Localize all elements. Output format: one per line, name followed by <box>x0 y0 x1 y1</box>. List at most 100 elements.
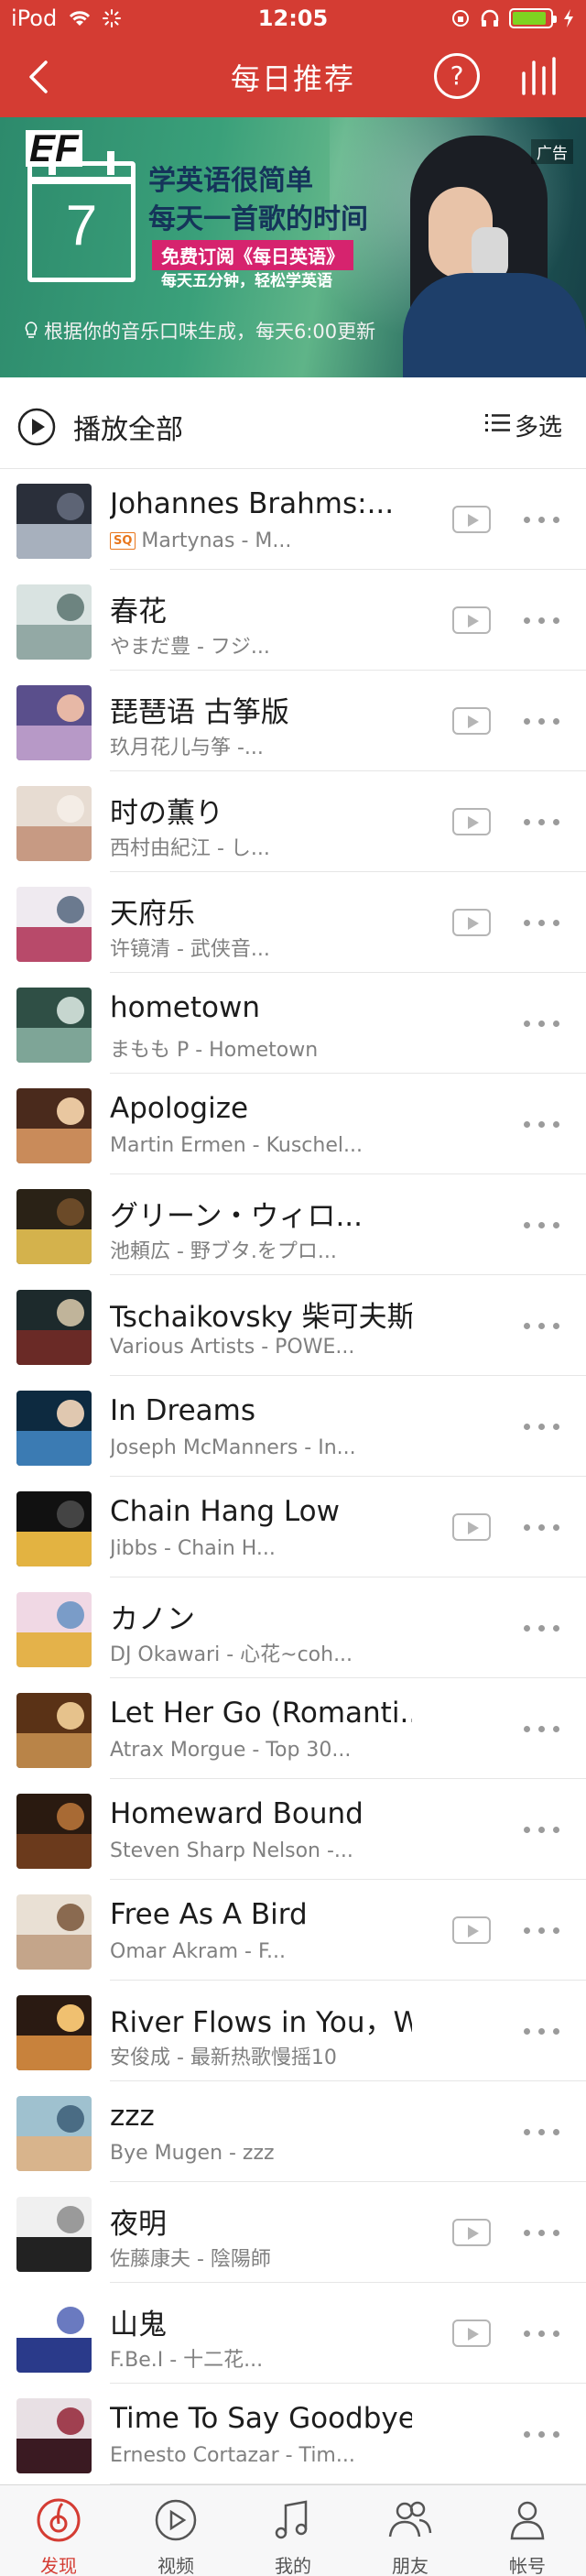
song-title: 山鬼 <box>110 2309 167 2341</box>
tab-video[interactable]: 视频 <box>117 2485 234 2576</box>
song-row[interactable]: Johannes Brahms:... SQ Martynas - M... <box>0 469 586 570</box>
song-row[interactable]: 夜明 佐藤康夫 - 陰陽師 <box>0 2182 586 2283</box>
song-subtitle: F.Be.I - 十二花... <box>110 2343 385 2373</box>
song-row[interactable]: 春花 やまだ豊 - フジ... <box>0 570 586 671</box>
orientation-lock-icon <box>452 10 469 27</box>
more-options-icon[interactable] <box>524 1222 560 1229</box>
tab-friends[interactable]: 朋友 <box>352 2485 469 2576</box>
song-title: hometown <box>110 991 261 1024</box>
help-button[interactable]: ? <box>434 53 480 99</box>
more-options-icon[interactable] <box>524 2330 560 2338</box>
album-cover <box>16 1693 92 1768</box>
tab-label: 视频 <box>157 2555 194 2576</box>
banner-note-text: 根据你的音乐口味生成，每天6:00更新 <box>44 321 376 343</box>
mv-play-icon[interactable] <box>452 707 491 735</box>
tab-discover[interactable]: 发现 <box>0 2485 117 2576</box>
more-options-icon[interactable] <box>524 2129 560 2136</box>
headphones-icon <box>481 9 499 27</box>
more-options-icon[interactable] <box>524 1121 560 1129</box>
song-artist-album: Jibbs - Chain H... <box>110 1537 276 1560</box>
song-row[interactable]: hometown まもも P - Hometown <box>0 973 586 1074</box>
album-cover <box>16 1794 92 1869</box>
song-row[interactable]: Homeward Bound Steven Sharp Nelson -... <box>0 1779 586 1880</box>
song-row[interactable]: 时の薫り 西村由紀江 - し... <box>0 771 586 872</box>
mv-play-icon[interactable] <box>452 2319 491 2347</box>
play-circle-icon[interactable] <box>16 407 57 447</box>
album-cover <box>16 1592 92 1667</box>
song-row[interactable]: Free As A Bird Omar Akram - F... <box>0 1880 586 1981</box>
song-subtitle: 池頼広 - 野ブタ.をプロ... <box>110 1235 385 1264</box>
song-subtitle: 许镜清 - 武侠音... <box>110 933 385 962</box>
song-artist-album: 安俊成 - 最新热歌慢摇10 <box>110 2047 337 2069</box>
now-playing-icon[interactable] <box>518 55 564 99</box>
more-options-icon[interactable] <box>524 2230 560 2237</box>
album-cover <box>16 584 92 660</box>
more-options-icon[interactable] <box>524 1323 560 1330</box>
more-options-icon[interactable] <box>524 920 560 927</box>
song-title: Free As A Bird <box>110 1898 308 1931</box>
song-title: 夜明 <box>110 2208 167 2241</box>
mv-play-icon[interactable] <box>452 909 491 936</box>
calendar-icon: 7 <box>27 151 136 282</box>
song-row[interactable]: River Flows in You，We... 安俊成 - 最新热歌慢摇10 <box>0 1981 586 2081</box>
back-chevron-icon[interactable] <box>20 57 60 97</box>
more-options-icon[interactable] <box>524 517 560 524</box>
song-artist-album: 佐藤康夫 - 陰陽師 <box>110 2248 271 2271</box>
lightbulb-icon <box>25 322 38 338</box>
song-row[interactable]: 琵琶语 古筝版 玖月花儿与筝 -... <box>0 671 586 771</box>
more-options-icon[interactable] <box>524 2028 560 2036</box>
song-subtitle: Omar Akram - F... <box>110 1940 385 1963</box>
song-row[interactable]: zzz Bye Mugen - zzz <box>0 2081 586 2182</box>
more-options-icon[interactable] <box>524 718 560 726</box>
tab-account[interactable]: 帐号 <box>469 2485 586 2576</box>
more-options-icon[interactable] <box>524 1726 560 1733</box>
mv-play-icon[interactable] <box>452 808 491 835</box>
song-artist-album: Martynas - M... <box>141 529 292 552</box>
song-artist-album: まもも P - Hometown <box>110 1039 319 1062</box>
multi-select-button[interactable]: 多选 <box>515 409 562 442</box>
more-options-icon[interactable] <box>524 1524 560 1532</box>
more-options-icon[interactable] <box>524 1625 560 1632</box>
banner-headline: 学英语很简单 <box>148 165 313 197</box>
song-artist-album: やまだ豊 - フジ... <box>110 636 270 659</box>
charging-icon <box>564 9 573 27</box>
calendar-day: 7 <box>65 194 98 257</box>
song-row[interactable]: 山鬼 F.Be.I - 十二花... <box>0 2283 586 2384</box>
tab-music-note[interactable]: 我的 <box>234 2485 352 2576</box>
album-cover <box>16 2197 92 2272</box>
sq-badge: SQ <box>110 532 136 550</box>
song-row[interactable]: In Dreams Joseph McManners - In... <box>0 1376 586 1477</box>
song-row[interactable]: グリーン・ウィロ... 池頼広 - 野ブタ.をプロ... <box>0 1174 586 1275</box>
song-title: 时の薫り <box>110 797 223 830</box>
song-row[interactable]: カノン DJ Okawari - 心花~coh... <box>0 1577 586 1678</box>
play-all-button[interactable]: 播放全部 <box>73 407 183 447</box>
multi-select-icon[interactable] <box>485 412 511 434</box>
song-row[interactable]: Tschaikovsky 柴可夫斯... Various Artists - P… <box>0 1275 586 1376</box>
song-subtitle: Martin Ermen - Kuschel... <box>110 1134 385 1157</box>
mv-play-icon[interactable] <box>452 1513 491 1541</box>
more-options-icon[interactable] <box>524 1927 560 1935</box>
album-cover <box>16 484 92 559</box>
more-options-icon[interactable] <box>524 617 560 625</box>
more-options-icon[interactable] <box>524 1424 560 1431</box>
song-row[interactable]: Let Her Go (Romanti... Atrax Morgue - To… <box>0 1678 586 1779</box>
song-title: Time To Say Goodbye <box>110 2402 412 2435</box>
more-options-icon[interactable] <box>524 1827 560 1834</box>
mv-play-icon[interactable] <box>452 606 491 634</box>
more-options-icon[interactable] <box>524 2431 560 2439</box>
song-artist-album: Joseph McManners - In... <box>110 1436 356 1459</box>
mv-play-icon[interactable] <box>452 1916 491 1944</box>
song-row[interactable]: 天府乐 许镜清 - 武侠音... <box>0 872 586 973</box>
more-options-icon[interactable] <box>524 819 560 826</box>
album-cover <box>16 1088 92 1163</box>
song-row[interactable]: Time To Say Goodbye Ernesto Cortazar - T… <box>0 2384 586 2484</box>
more-options-icon[interactable] <box>524 1021 560 1028</box>
album-cover <box>16 1894 92 1970</box>
tab-label: 帐号 <box>509 2555 546 2576</box>
song-row[interactable]: Apologize Martin Ermen - Kuschel... <box>0 1074 586 1174</box>
song-row[interactable]: Chain Hang Low Jibbs - Chain H... <box>0 1477 586 1577</box>
album-cover <box>16 1995 92 2070</box>
mv-play-icon[interactable] <box>452 506 491 533</box>
song-subtitle: まもも P - Hometown <box>110 1033 385 1063</box>
mv-play-icon[interactable] <box>452 2219 491 2246</box>
